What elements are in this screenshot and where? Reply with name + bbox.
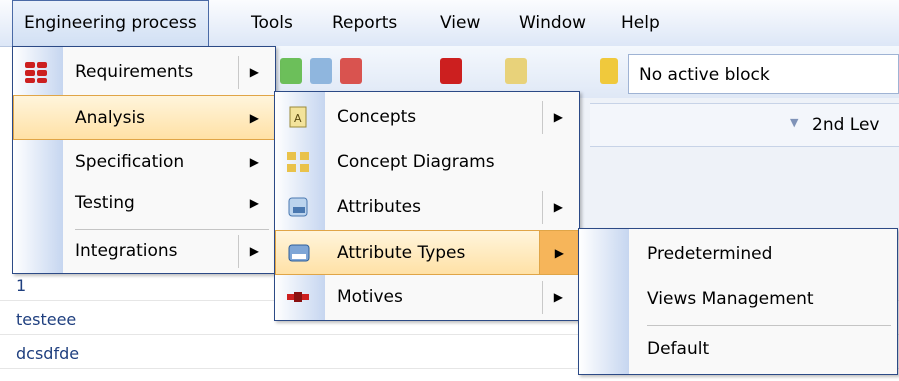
- engineering-process-menu: Requirements ▶ Analysis ▶ Specification …: [12, 46, 276, 274]
- active-block-label: No active block: [639, 65, 770, 85]
- menu-item-label: Predetermined: [647, 244, 773, 264]
- submenu-arrow-icon: ▶: [249, 244, 259, 258]
- menu-item-label: Attribute Types: [337, 243, 466, 263]
- level-label: 2nd Lev: [812, 115, 880, 135]
- menu-item-analysis[interactable]: Analysis ▶: [13, 95, 275, 140]
- menu-item-attribute-types[interactable]: Attribute Types ▶: [275, 230, 579, 275]
- menu-item-label: Views Management: [647, 289, 814, 309]
- menu-item-specification[interactable]: Specification ▶: [13, 140, 275, 185]
- menu-window[interactable]: Window: [508, 0, 597, 46]
- submenu-divider: [238, 235, 239, 268]
- motives-icon: [287, 292, 309, 302]
- submenu-arrow-icon: ▶: [249, 65, 259, 79]
- concept-diagrams-icon: [287, 152, 309, 172]
- menu-item-predetermined[interactable]: Predetermined: [579, 232, 897, 277]
- delete-icon[interactable]: [340, 58, 362, 84]
- add-icon[interactable]: [280, 58, 302, 84]
- menu-bar: Engineering process Tools Reports View W…: [0, 0, 899, 47]
- submenu-arrow-icon: ▶: [554, 246, 564, 260]
- menu-help[interactable]: Help: [610, 0, 671, 46]
- menu-item-label: Requirements: [75, 62, 194, 82]
- attributes-icon: [288, 197, 308, 217]
- menu-item-label: Specification: [75, 152, 185, 172]
- requirements-icon: [25, 62, 47, 83]
- menu-item-label: Concept Diagrams: [337, 152, 495, 172]
- submenu-divider: [542, 191, 543, 224]
- menu-reports[interactable]: Reports: [321, 0, 408, 46]
- menu-item-label: Motives: [337, 287, 403, 307]
- menu-item-label: Concepts: [337, 107, 417, 127]
- menu-item-motives[interactable]: Motives ▶: [275, 275, 579, 320]
- svg-text:A: A: [294, 112, 302, 125]
- menu-view[interactable]: View: [429, 0, 491, 46]
- submenu-arrow-icon: ▶: [249, 155, 259, 169]
- menu-item-default[interactable]: Default: [579, 327, 897, 372]
- menu-engineering-process[interactable]: Engineering process: [12, 0, 209, 46]
- block-icon: [600, 58, 618, 84]
- active-block-field[interactable]: No active block: [628, 54, 899, 94]
- submenu-divider: [542, 281, 543, 314]
- menu-item-testing[interactable]: Testing ▶: [13, 181, 275, 226]
- menu-item-integrations[interactable]: Integrations ▶: [13, 229, 275, 274]
- submenu-divider: [542, 101, 543, 134]
- submenu-arrow-icon: ▶: [553, 290, 563, 304]
- menu-item-views-management[interactable]: Views Management: [579, 277, 897, 322]
- menu-item-label: Attributes: [337, 197, 421, 217]
- submenu-arrow-icon: ▶: [249, 111, 259, 125]
- submenu-arrow-icon: ▶: [249, 196, 259, 210]
- submenu-arrow-icon: ▶: [553, 200, 563, 214]
- add-child-icon[interactable]: [310, 58, 332, 84]
- menu-item-requirements[interactable]: Requirements ▶: [13, 50, 275, 95]
- menu-item-concepts[interactable]: A Concepts ▶: [275, 95, 579, 140]
- submenu-arrow-icon: ▶: [553, 110, 563, 124]
- menu-item-label: Analysis: [75, 108, 146, 128]
- menu-item-label: Default: [647, 339, 710, 359]
- attribute-types-submenu: Predetermined Views Management Default: [578, 228, 898, 375]
- concepts-icon: A: [289, 106, 307, 128]
- menu-item-label: Integrations: [75, 241, 178, 261]
- menu-tools[interactable]: Tools: [240, 0, 304, 46]
- menu-separator: [647, 325, 891, 326]
- concepts-toolbar-icon[interactable]: [505, 58, 527, 84]
- menu-item-label: Testing: [75, 193, 135, 213]
- chevron-down-icon: ▼: [790, 116, 799, 129]
- analysis-submenu: A Concepts ▶ Concept Diagrams Attributes…: [274, 91, 580, 321]
- submenu-divider: [238, 56, 239, 89]
- menu-item-concept-diagrams[interactable]: Concept Diagrams: [275, 140, 579, 185]
- attribute-types-icon: [288, 244, 310, 262]
- menu-item-attributes[interactable]: Attributes ▶: [275, 185, 579, 230]
- level-dropdown[interactable]: ▼ 2nd Lev: [590, 103, 899, 147]
- requirements-toolbar-icon[interactable]: [440, 58, 462, 84]
